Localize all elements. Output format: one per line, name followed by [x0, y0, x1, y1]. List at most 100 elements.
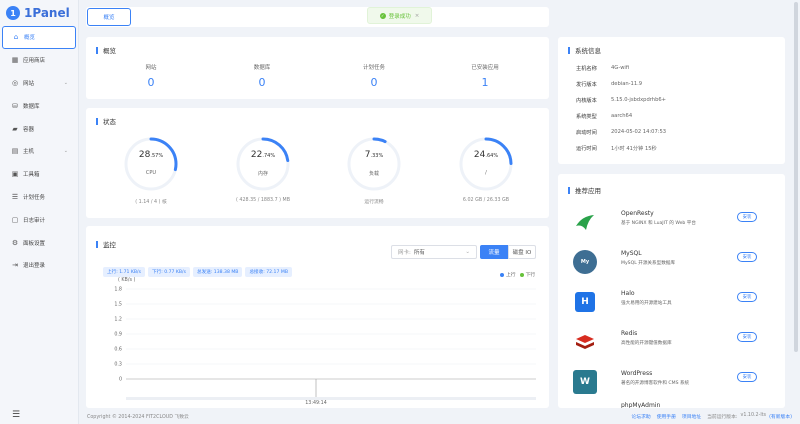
info-row: 启动时间 2024-05-02 14:07:53: [576, 129, 667, 136]
info-row: 运行时间 1小时 41分钟 15秒: [576, 146, 657, 152]
app-item: H Halo 强大易用的开源建站工具 安装: [570, 286, 770, 326]
y-axis-label: ( KB/s ): [118, 277, 135, 283]
monitor-card: 监控 网卡: 所有 ⌄ 流量 磁盘 IO 上行: 1.71 KB/s 下行: 0.7…: [86, 226, 549, 408]
gauge-load[interactable]: 7.33% 负载 运行流畅: [344, 136, 404, 205]
close-icon[interactable]: ×: [415, 13, 420, 19]
sidebar-item-label: 主机: [23, 149, 35, 156]
version-value: v1.10.2-lts: [740, 412, 767, 418]
sidebar-item-label: 面板设置: [23, 240, 46, 247]
logo[interactable]: 1 1Panel: [6, 4, 70, 22]
y-tick-label: 1.8: [114, 287, 122, 293]
sidebar-item-logout[interactable]: ⇥ 退出登录: [2, 254, 76, 277]
overview-item-apps[interactable]: 已安装应用 1: [445, 63, 525, 89]
sidebar-nav: ⌂ 概览 ▦ 应用商店 ◎ 网站 ⌄ ⛁ 数据库 ▰ 容器 ▤ 主机 ⌄ ▣ 工具箱 ☰ 计划任务 …: [2, 26, 76, 277]
gauge-ring: [236, 137, 290, 191]
footer: Copyright © 2014-2024 FIT2CLOUD 飞致云 论坛求助…: [79, 408, 800, 424]
x-tick-label: 13:49:14: [305, 400, 327, 406]
install-button[interactable]: 安装: [737, 212, 757, 222]
sidebar-item-label: 工具箱: [23, 172, 40, 179]
install-button[interactable]: 安装: [737, 252, 757, 262]
gauge-track: [347, 137, 401, 191]
info-row: 内核版本 5.15.0-jsbdxpdrhb6+: [576, 97, 667, 104]
gauge-disk[interactable]: 24.64%/ 6.02 GB / 26.33 GB: [456, 136, 516, 203]
chart-zoom-bar[interactable]: [126, 397, 536, 400]
y-tick-label: 1.2: [114, 317, 122, 323]
traffic-chart: ( KB/s ) 1.8 1.5 1.2 0.9 0.6 0.3 0 13:49:14: [114, 277, 536, 406]
y-tick-label: 0: [119, 377, 122, 383]
sidebar-item-label: 数据库: [23, 103, 40, 110]
sidebar-item-container[interactable]: ▰ 容器: [2, 117, 76, 140]
brand-name: 1Panel: [24, 6, 70, 20]
gauge-ring: [124, 137, 178, 191]
page-scroll-thumb[interactable]: [794, 2, 798, 352]
sysinfo-title: 系统信息: [568, 45, 601, 55]
sidebar-item-log[interactable]: ▢ 日志审计: [2, 208, 76, 231]
install-button[interactable]: 安装: [737, 372, 757, 382]
overview-title: 概览: [96, 45, 116, 55]
logo-icon: 1: [6, 6, 20, 20]
app-item: My MySQL MySQL 开源关系型数据库 安装: [570, 246, 770, 286]
host-icon: ▤: [11, 147, 19, 156]
openresty-icon: [573, 210, 597, 234]
copyright: Copyright © 2014-2024 FIT2CLOUD 飞致云: [87, 414, 189, 420]
apps-title: 推荐应用: [568, 185, 601, 195]
redis-icon: [573, 330, 597, 354]
apps-card: 推荐应用 OpenResty 基于 NGINX 和 LuaJIT 的 Web 平…: [558, 174, 785, 408]
install-button[interactable]: 安装: [737, 332, 757, 342]
flow-button[interactable]: 流量: [480, 245, 508, 259]
gauge-memory[interactable]: 22.74% 内存 ( 428.35 / 1883.7 ) MB: [233, 136, 293, 203]
chevron-down-icon: ⌄: [63, 79, 68, 86]
monitor-title: 监控: [96, 239, 116, 249]
tab-overview[interactable]: 概览: [87, 8, 131, 26]
sidebar-item-label: 退出登录: [23, 263, 46, 270]
globe-icon: ◎: [11, 78, 19, 87]
mysql-icon: My: [573, 250, 597, 274]
sidebar-item-label: 日志审计: [23, 217, 46, 224]
home-icon: ⌂: [13, 33, 19, 42]
disk-io-button[interactable]: 磁盘 IO: [508, 245, 536, 259]
sidebar-item-host[interactable]: ▤ 主机 ⌄: [2, 140, 76, 163]
status-card: 状态 28.57% CPU ( 1.14 / 4 ) 核 22.74% 内存 ( 4…: [86, 108, 549, 218]
version-label: 当前运行版本:: [707, 414, 738, 420]
sidebar-item-appstore[interactable]: ▦ 应用商店: [2, 49, 76, 72]
y-tick-label: 0.9: [114, 332, 122, 338]
cron-icon: ☰: [11, 192, 19, 201]
app-item: OpenResty 基于 NGINX 和 LuaJIT 的 Web 平台 安装: [570, 206, 770, 246]
install-button[interactable]: 安装: [737, 292, 757, 302]
sidebar-item-settings[interactable]: ⚙ 面板设置: [2, 231, 76, 254]
nic-select[interactable]: 网卡: 所有 ⌄: [391, 245, 477, 259]
check-icon: ✓: [379, 12, 386, 19]
project-link[interactable]: 项目地址: [682, 413, 701, 420]
forum-link[interactable]: 论坛求助: [632, 413, 651, 420]
overview-item-cron[interactable]: 计划任务 0: [334, 63, 414, 89]
halo-icon: H: [575, 292, 595, 312]
database-icon: ⛁: [12, 101, 18, 110]
container-icon: ▰: [12, 124, 18, 133]
y-tick-label: 0.6: [114, 347, 122, 353]
gauge-detail: 6.02 GB / 26.33 GB: [462, 198, 510, 203]
logout-icon: ⇥: [12, 261, 18, 270]
chevron-down-icon: ⌄: [63, 148, 68, 155]
toolbox-icon: ▣: [11, 170, 19, 179]
sidebar-item-cron[interactable]: ☰ 计划任务: [2, 186, 76, 209]
app-item: Redis 高性能的开源键值数据库 安装: [570, 326, 770, 366]
sidebar-item-database[interactable]: ⛁ 数据库: [2, 94, 76, 117]
menu-collapse-icon[interactable]: ☰: [12, 410, 20, 420]
toast-text: 登录成功: [388, 13, 411, 20]
sidebar-item-label: 概览: [24, 35, 36, 42]
sidebar-item-overview[interactable]: ⌂ 概览: [2, 26, 76, 49]
gauge-ring: [347, 137, 401, 191]
manual-link[interactable]: 使用手册: [657, 413, 676, 420]
overview-card: 概览 网站 0 数据库 0 计划任务 0 已安装应用 1: [86, 37, 549, 99]
update-link[interactable]: (有新版本): [769, 413, 792, 420]
gauge-ring: [459, 137, 513, 191]
sidebar: 1 1Panel ⌂ 概览 ▦ 应用商店 ◎ 网站 ⌄ ⛁ 数据库 ▰ 容器 ▤ 主机 ⌄ ▣ 工…: [0, 0, 79, 424]
info-row: 发行版本 debian-11.9: [576, 81, 643, 88]
y-tick-label: 0.3: [114, 362, 122, 368]
overview-item-database[interactable]: 数据库 0: [222, 63, 302, 89]
sidebar-item-website[interactable]: ◎ 网站 ⌄: [2, 72, 76, 95]
gauge-detail: ( 1.14 / 4 ) 核: [135, 200, 167, 205]
gauge-cpu[interactable]: 28.57% CPU ( 1.14 / 4 ) 核: [121, 136, 181, 205]
overview-item-website[interactable]: 网站 0: [111, 63, 191, 89]
sidebar-item-toolbox[interactable]: ▣ 工具箱: [2, 163, 76, 186]
